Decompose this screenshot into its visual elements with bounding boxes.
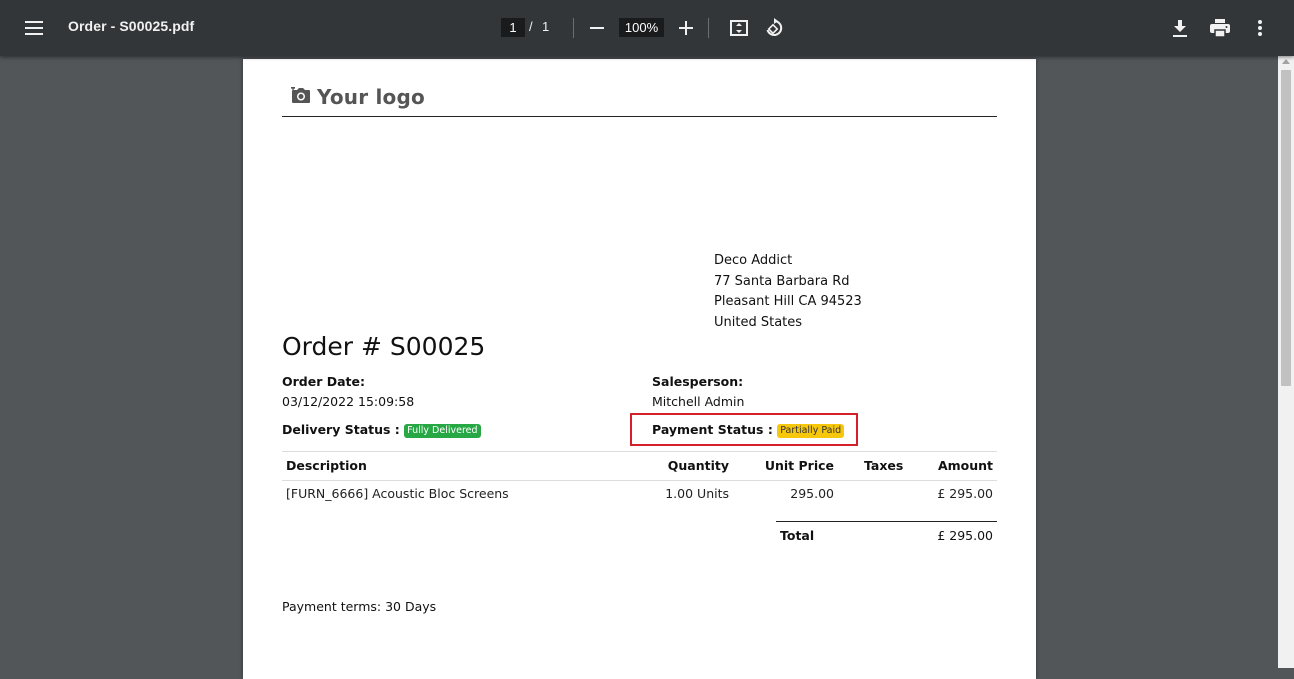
plus-icon[interactable] xyxy=(674,16,698,40)
header-divider xyxy=(282,116,997,117)
delivery-status-badge: Fully Delivered xyxy=(404,424,481,438)
table-header-border xyxy=(282,480,997,481)
camera-icon xyxy=(291,85,311,108)
hamburger-menu-icon[interactable] xyxy=(20,16,48,40)
payment-status-badge: Partially Paid xyxy=(777,424,845,438)
scroll-up-arrow-icon[interactable] xyxy=(1282,59,1290,64)
col-header-unit-price: Unit Price xyxy=(764,458,834,473)
line-unit-price: 295.00 xyxy=(790,486,834,501)
customer-country: United States xyxy=(714,314,803,330)
order-date-value: 03/12/2022 15:09:58 xyxy=(282,394,415,409)
order-date-label: Order Date: xyxy=(282,374,365,389)
rotate-counterclockwise-icon[interactable] xyxy=(762,16,786,40)
line-quantity: 1.00 Units xyxy=(665,486,729,501)
page-total: 1 xyxy=(542,19,550,34)
total-divider xyxy=(776,521,997,522)
zoom-level-input[interactable]: 100% xyxy=(619,18,664,37)
line-amount: £ 295.00 xyxy=(937,486,993,501)
salesperson-label: Salesperson: xyxy=(652,374,744,389)
scrollbar-thumb[interactable] xyxy=(1281,70,1291,386)
download-icon[interactable] xyxy=(1168,16,1192,40)
pdf-viewer-toolbar: Order - S00025.pdf 1 / 1 100% xyxy=(0,0,1294,56)
delivery-status-label: Delivery Status : xyxy=(282,422,400,437)
total-label: Total xyxy=(780,528,815,543)
table-top-border xyxy=(282,451,997,452)
col-header-amount: Amount xyxy=(937,458,993,473)
salesperson-value: Mitchell Admin xyxy=(652,394,745,409)
payment-status-row: Payment Status : Partially Paid xyxy=(652,422,845,438)
col-header-description: Description xyxy=(286,458,367,473)
more-vert-icon[interactable] xyxy=(1248,16,1272,40)
minus-icon[interactable] xyxy=(585,16,609,40)
print-icon[interactable] xyxy=(1208,16,1232,40)
col-header-taxes: Taxes xyxy=(864,458,904,473)
logo-text: Your logo xyxy=(317,85,425,109)
customer-name: Deco Addict xyxy=(714,253,793,268)
company-logo: Your logo xyxy=(291,85,425,109)
total-value: £ 295.00 xyxy=(937,528,993,543)
customer-city: Pleasant Hill CA 94523 xyxy=(714,294,862,309)
vertical-scrollbar[interactable] xyxy=(1278,56,1294,668)
page-separator: / xyxy=(529,19,533,34)
customer-address: Deco Addict 77 Santa Barbara Rd Pleasant… xyxy=(714,251,862,333)
order-title: Order # S00025 xyxy=(282,332,486,361)
toolbar-divider xyxy=(573,18,574,38)
toolbar-divider xyxy=(708,18,709,38)
payment-terms: Payment terms: 30 Days xyxy=(282,599,437,614)
fit-to-page-icon[interactable] xyxy=(727,16,751,40)
delivery-status-row: Delivery Status : Fully Delivered xyxy=(282,422,481,438)
document-title: Order - S00025.pdf xyxy=(68,18,195,34)
line-description: [FURN_6666] Acoustic Bloc Screens xyxy=(286,486,509,501)
page-number-input[interactable]: 1 xyxy=(501,18,525,37)
customer-street: 77 Santa Barbara Rd xyxy=(714,273,850,289)
pdf-page: Your logo Deco Addict 77 Santa Barbara R… xyxy=(243,59,1036,679)
payment-status-label: Payment Status : xyxy=(652,422,773,437)
col-header-quantity: Quantity xyxy=(667,458,729,473)
